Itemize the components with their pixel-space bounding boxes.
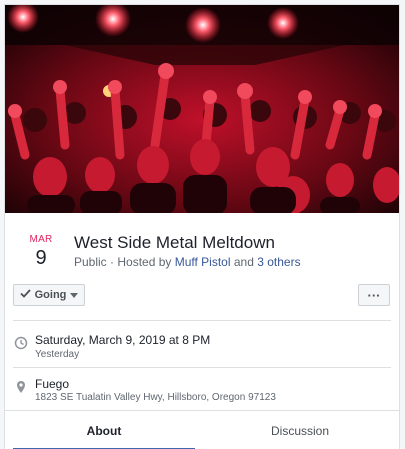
caret-down-icon [70, 289, 79, 301]
going-button-label: Going [34, 289, 67, 301]
map-pin-icon [14, 380, 28, 394]
venue-name[interactable]: Fuego [35, 377, 69, 391]
event-card: MAR 9 West Side Metal Meltdown Public · … [4, 4, 400, 449]
and-text: and [230, 255, 258, 269]
venue-address: 1823 SE Tualatin Valley Hwy, Hillsboro, … [35, 392, 276, 403]
event-title: West Side Metal Meltdown [74, 233, 275, 252]
tab-about[interactable]: About [13, 411, 195, 449]
host-link[interactable]: Muff Pistol [175, 255, 231, 269]
event-privacy: Public [74, 255, 107, 269]
other-hosts-link[interactable]: 3 others [257, 255, 300, 269]
event-tabs: About Discussion [5, 410, 399, 449]
event-date-month: MAR [29, 234, 53, 245]
divider [13, 367, 391, 368]
event-relative-date: Yesterday [35, 349, 80, 360]
check-icon [19, 289, 31, 301]
hosted-by-text: · Hosted by [106, 255, 175, 269]
event-date-day: 9 [35, 247, 47, 269]
going-button[interactable]: Going [13, 284, 85, 306]
more-options-button[interactable]: ··· [358, 284, 390, 306]
divider [13, 320, 391, 321]
tab-discussion[interactable]: Discussion [209, 411, 391, 449]
event-datetime: Saturday, March 9, 2019 at 8 PM [35, 333, 211, 347]
event-cover-photo[interactable] [5, 5, 399, 213]
clock-icon [14, 336, 28, 350]
concert-crowd-image [5, 5, 399, 213]
event-host-line: Public · Hosted by Muff Pistol and 3 oth… [74, 255, 301, 269]
